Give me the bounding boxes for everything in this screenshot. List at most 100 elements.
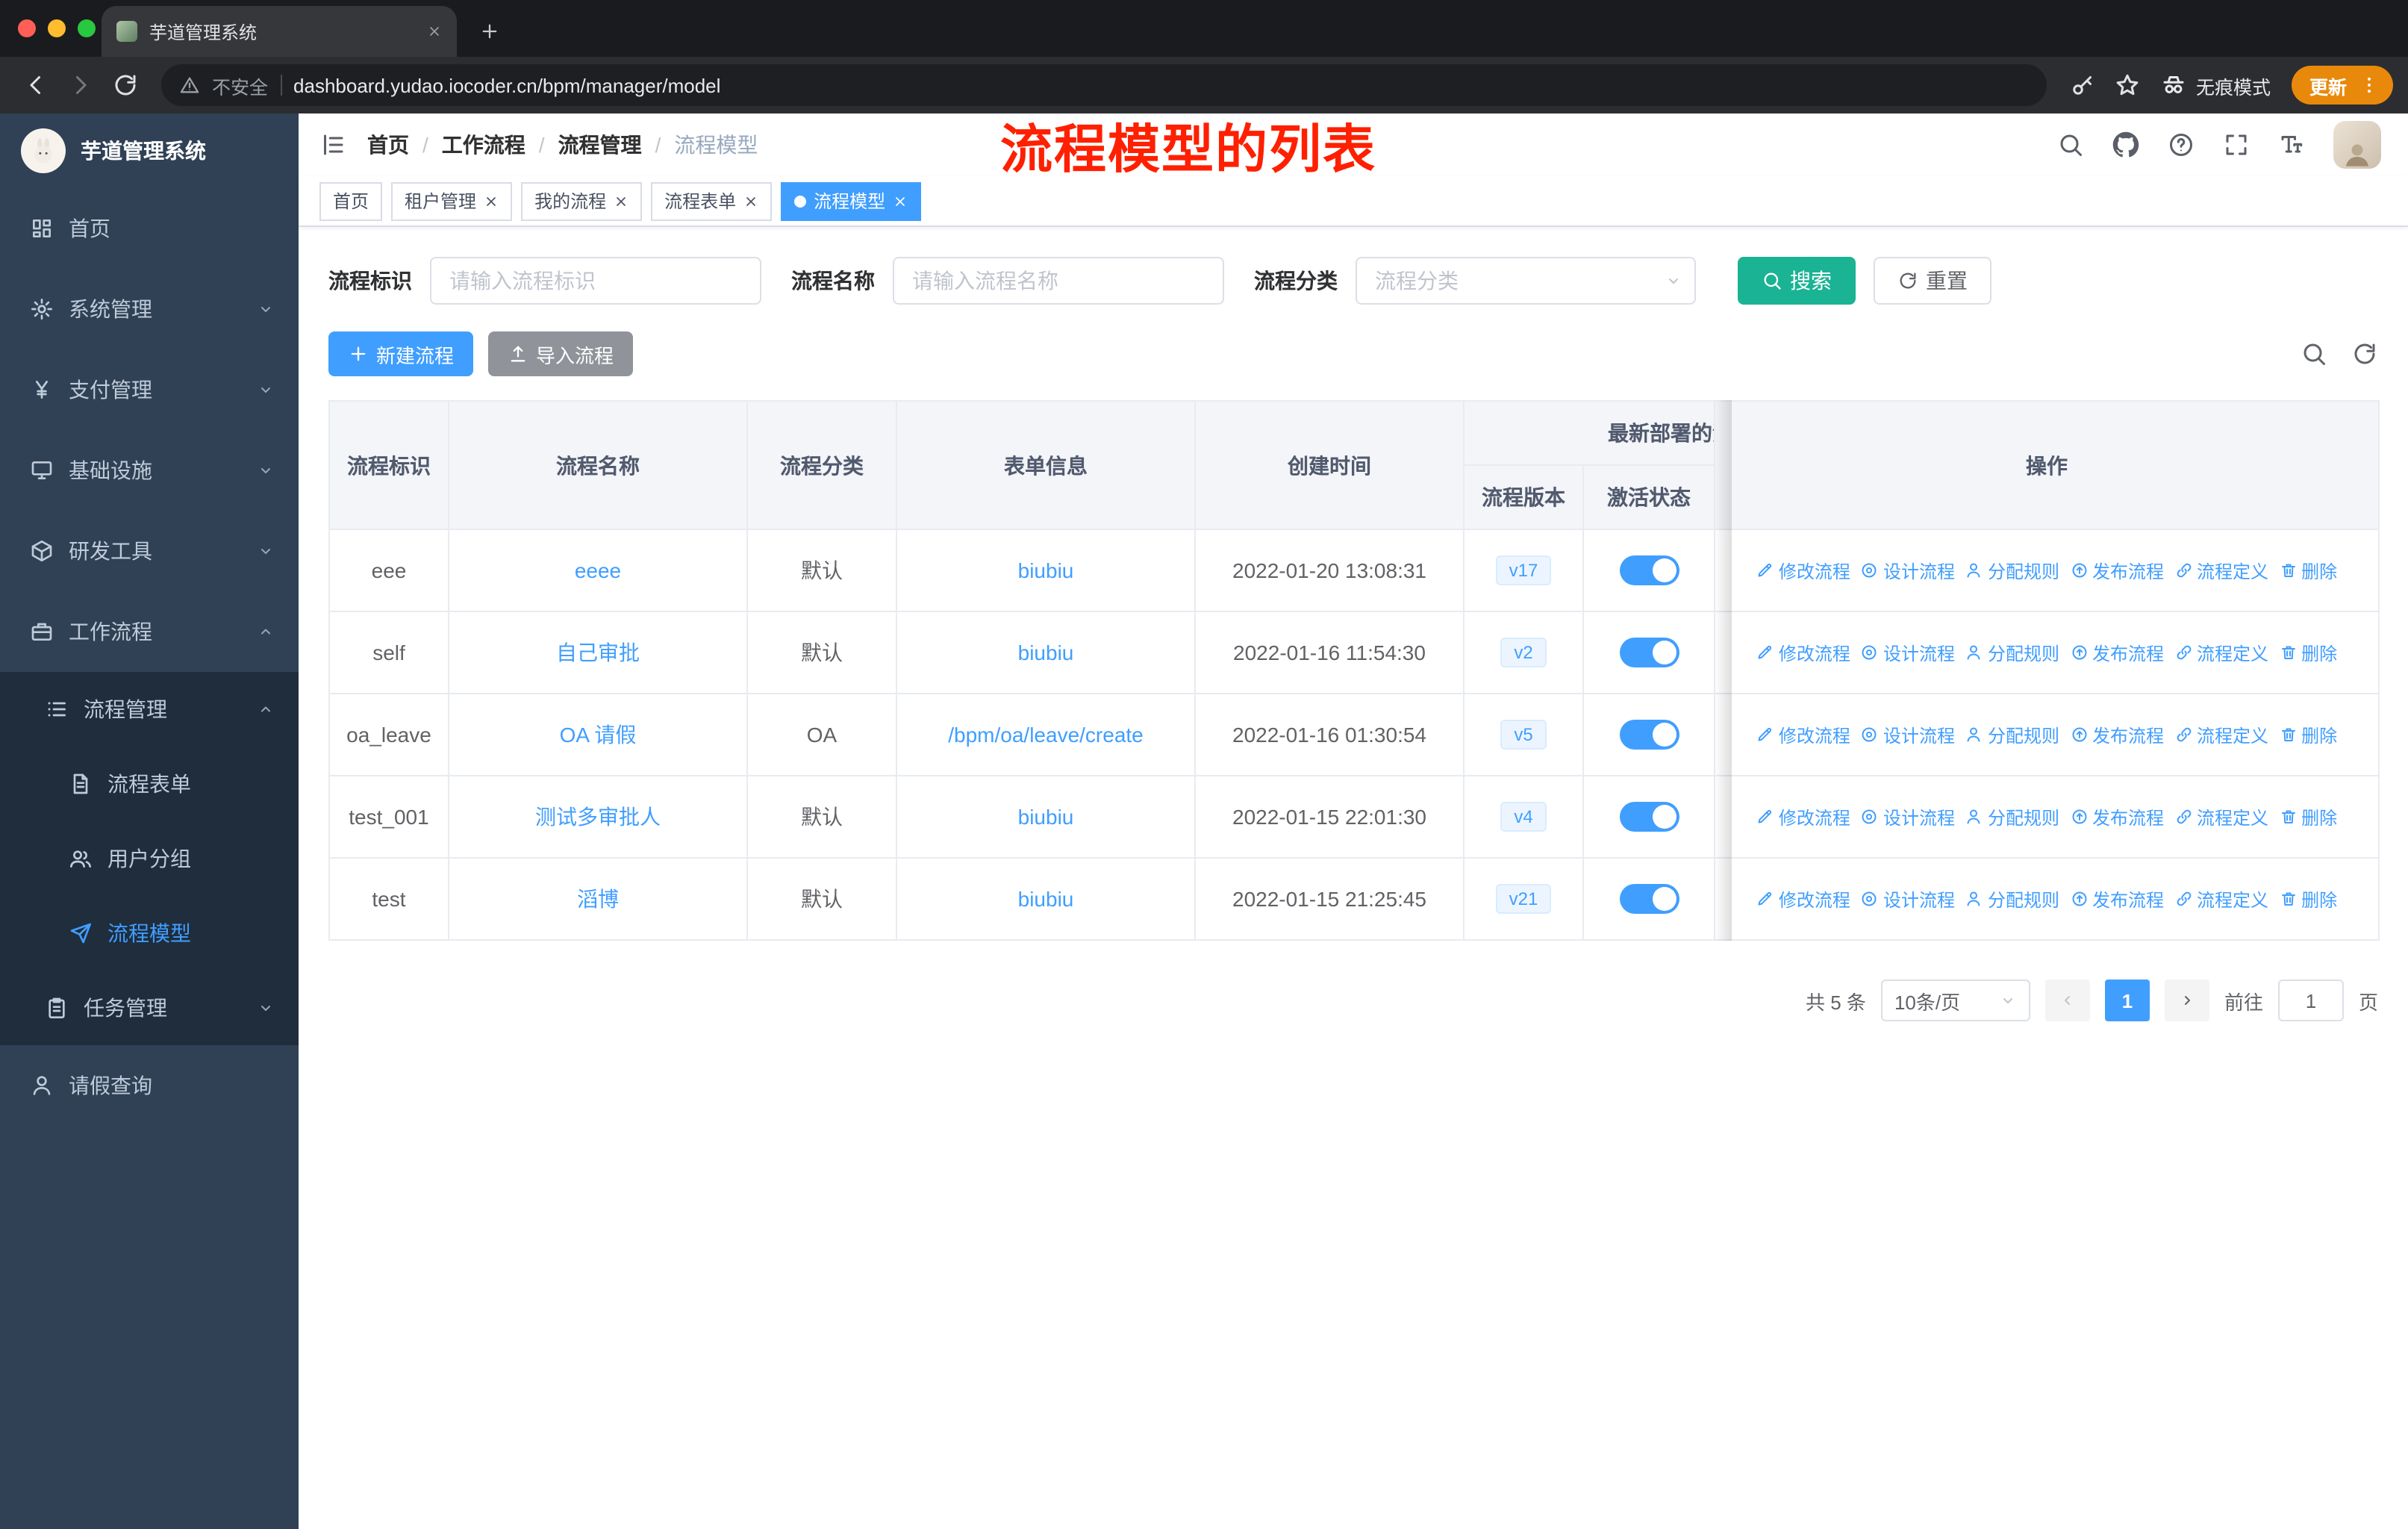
active-toggle[interactable] bbox=[1619, 884, 1679, 914]
process-name-link[interactable]: 测试多审批人 bbox=[535, 805, 661, 829]
goto-page-input[interactable] bbox=[2277, 980, 2344, 1021]
design-process-link[interactable]: 设计流程 bbox=[1861, 886, 1955, 912]
create-process-button[interactable]: 新建流程 bbox=[328, 331, 474, 376]
sidebar-item-process-mgmt[interactable]: 流程管理 bbox=[0, 672, 299, 747]
active-toggle[interactable] bbox=[1619, 802, 1679, 832]
sidebar-item-payment[interactable]: 支付管理 bbox=[0, 349, 299, 430]
form-info-link[interactable]: biubiu bbox=[1018, 558, 1074, 582]
modify-process-link[interactable]: 修改流程 bbox=[1756, 804, 1850, 829]
form-info-link[interactable]: /bpm/oa/leave/create bbox=[948, 723, 1144, 747]
github-icon[interactable] bbox=[2112, 131, 2139, 158]
publish-process-link[interactable]: 发布流程 bbox=[2070, 640, 2164, 665]
address-bar[interactable]: 不安全 dashboard.yudao.iocoder.cn/bpm/manag… bbox=[161, 64, 2047, 106]
process-key-input[interactable] bbox=[430, 257, 761, 305]
process-definition-link[interactable]: 流程定义 bbox=[2174, 804, 2268, 829]
form-info-link[interactable]: biubiu bbox=[1018, 805, 1074, 829]
bookmark-star-icon[interactable] bbox=[2106, 64, 2148, 106]
sidebar-item-system[interactable]: 系统管理 bbox=[0, 269, 299, 349]
delete-link[interactable]: 删除 bbox=[2279, 558, 2337, 583]
window-maximize-button[interactable] bbox=[78, 19, 96, 37]
tag-my-process[interactable]: 我的流程 bbox=[521, 181, 643, 220]
delete-link[interactable]: 删除 bbox=[2279, 886, 2337, 912]
publish-process-link[interactable]: 发布流程 bbox=[2070, 558, 2164, 583]
search-icon[interactable] bbox=[2057, 131, 2084, 158]
back-button[interactable] bbox=[15, 64, 57, 106]
import-process-button[interactable]: 导入流程 bbox=[488, 331, 634, 376]
process-name-input[interactable] bbox=[893, 257, 1224, 305]
process-name-link[interactable]: OA 请假 bbox=[560, 723, 637, 747]
close-icon[interactable] bbox=[893, 193, 908, 208]
current-page-button[interactable]: 1 bbox=[2104, 980, 2150, 1021]
sidebar-item-leave-query[interactable]: 请假查询 bbox=[0, 1045, 299, 1126]
publish-process-link[interactable]: 发布流程 bbox=[2070, 886, 2164, 912]
process-name-link[interactable]: 滔博 bbox=[577, 887, 619, 911]
process-definition-link[interactable]: 流程定义 bbox=[2174, 722, 2268, 747]
sidebar-item-process-form[interactable]: 流程表单 bbox=[0, 747, 299, 821]
close-icon[interactable] bbox=[743, 193, 758, 208]
page-size-select[interactable]: 10条/页 bbox=[1880, 980, 2030, 1021]
sidebar-item-user-group[interactable]: 用户分组 bbox=[0, 821, 299, 896]
process-definition-link[interactable]: 流程定义 bbox=[2174, 640, 2268, 665]
design-process-link[interactable]: 设计流程 bbox=[1861, 722, 1955, 747]
active-toggle[interactable] bbox=[1619, 638, 1679, 667]
password-key-icon[interactable] bbox=[2062, 64, 2103, 106]
font-size-icon[interactable] bbox=[2278, 131, 2305, 158]
tag-tenant[interactable]: 租户管理 bbox=[391, 181, 513, 220]
close-icon[interactable] bbox=[484, 193, 499, 208]
prev-page-button[interactable] bbox=[2044, 980, 2090, 1021]
design-process-link[interactable]: 设计流程 bbox=[1861, 558, 1955, 583]
chrome-update-button[interactable]: 更新 bbox=[2291, 66, 2393, 105]
publish-process-link[interactable]: 发布流程 bbox=[2070, 722, 2164, 747]
tab-close-icon[interactable] bbox=[427, 24, 442, 39]
form-info-link[interactable]: biubiu bbox=[1018, 887, 1074, 911]
assign-rule-link[interactable]: 分配规则 bbox=[1965, 640, 2059, 665]
user-avatar[interactable] bbox=[2333, 121, 2381, 169]
new-tab-button[interactable] bbox=[469, 10, 511, 52]
tag-process-form[interactable]: 流程表单 bbox=[651, 181, 773, 220]
reset-button[interactable]: 重置 bbox=[1874, 257, 1991, 305]
sidebar-item-task-mgmt[interactable]: 任务管理 bbox=[0, 971, 299, 1045]
sidebar-fold-icon[interactable] bbox=[319, 131, 346, 158]
app-logo[interactable]: 芋道管理系统 bbox=[0, 113, 299, 188]
delete-link[interactable]: 删除 bbox=[2279, 722, 2337, 747]
design-process-link[interactable]: 设计流程 bbox=[1861, 640, 1955, 665]
next-page-button[interactable] bbox=[2164, 980, 2209, 1021]
modify-process-link[interactable]: 修改流程 bbox=[1756, 886, 1850, 912]
fullscreen-icon[interactable] bbox=[2223, 131, 2250, 158]
assign-rule-link[interactable]: 分配规则 bbox=[1965, 804, 2059, 829]
assign-rule-link[interactable]: 分配规则 bbox=[1965, 722, 2059, 747]
reload-button[interactable] bbox=[105, 64, 146, 106]
delete-link[interactable]: 删除 bbox=[2279, 804, 2337, 829]
publish-process-link[interactable]: 发布流程 bbox=[2070, 804, 2164, 829]
sidebar-item-infra[interactable]: 基础设施 bbox=[0, 430, 299, 511]
delete-link[interactable]: 删除 bbox=[2279, 640, 2337, 665]
process-name-link[interactable]: eeee bbox=[575, 558, 621, 582]
close-icon[interactable] bbox=[614, 193, 628, 208]
browser-tab[interactable]: 芋道管理系统 bbox=[102, 6, 457, 57]
tag-home[interactable]: 首页 bbox=[319, 181, 383, 220]
browser-menu-dots-icon[interactable] bbox=[2359, 75, 2380, 96]
modify-process-link[interactable]: 修改流程 bbox=[1756, 558, 1850, 583]
process-definition-link[interactable]: 流程定义 bbox=[2174, 886, 2268, 912]
forward-button[interactable] bbox=[60, 64, 102, 106]
modify-process-link[interactable]: 修改流程 bbox=[1756, 722, 1850, 747]
modify-process-link[interactable]: 修改流程 bbox=[1756, 640, 1850, 665]
form-info-link[interactable]: biubiu bbox=[1018, 641, 1074, 664]
process-name-link[interactable]: 自己审批 bbox=[556, 641, 640, 664]
search-button[interactable]: 搜索 bbox=[1738, 257, 1856, 305]
sidebar-item-devtools[interactable]: 研发工具 bbox=[0, 511, 299, 591]
active-toggle[interactable] bbox=[1619, 720, 1679, 750]
assign-rule-link[interactable]: 分配规则 bbox=[1965, 886, 2059, 912]
help-icon[interactable] bbox=[2168, 131, 2195, 158]
toggle-search-icon[interactable] bbox=[2301, 340, 2327, 367]
process-definition-link[interactable]: 流程定义 bbox=[2174, 558, 2268, 583]
assign-rule-link[interactable]: 分配规则 bbox=[1965, 558, 2059, 583]
sidebar-item-home[interactable]: 首页 bbox=[0, 188, 299, 269]
sidebar-item-workflow[interactable]: 工作流程 bbox=[0, 591, 299, 672]
category-select[interactable]: 流程分类 bbox=[1356, 257, 1696, 305]
design-process-link[interactable]: 设计流程 bbox=[1861, 804, 1955, 829]
window-minimize-button[interactable] bbox=[48, 19, 66, 37]
active-toggle[interactable] bbox=[1619, 555, 1679, 585]
tag-process-model[interactable]: 流程模型 bbox=[781, 181, 922, 220]
sidebar-item-process-model[interactable]: 流程模型 bbox=[0, 896, 299, 971]
